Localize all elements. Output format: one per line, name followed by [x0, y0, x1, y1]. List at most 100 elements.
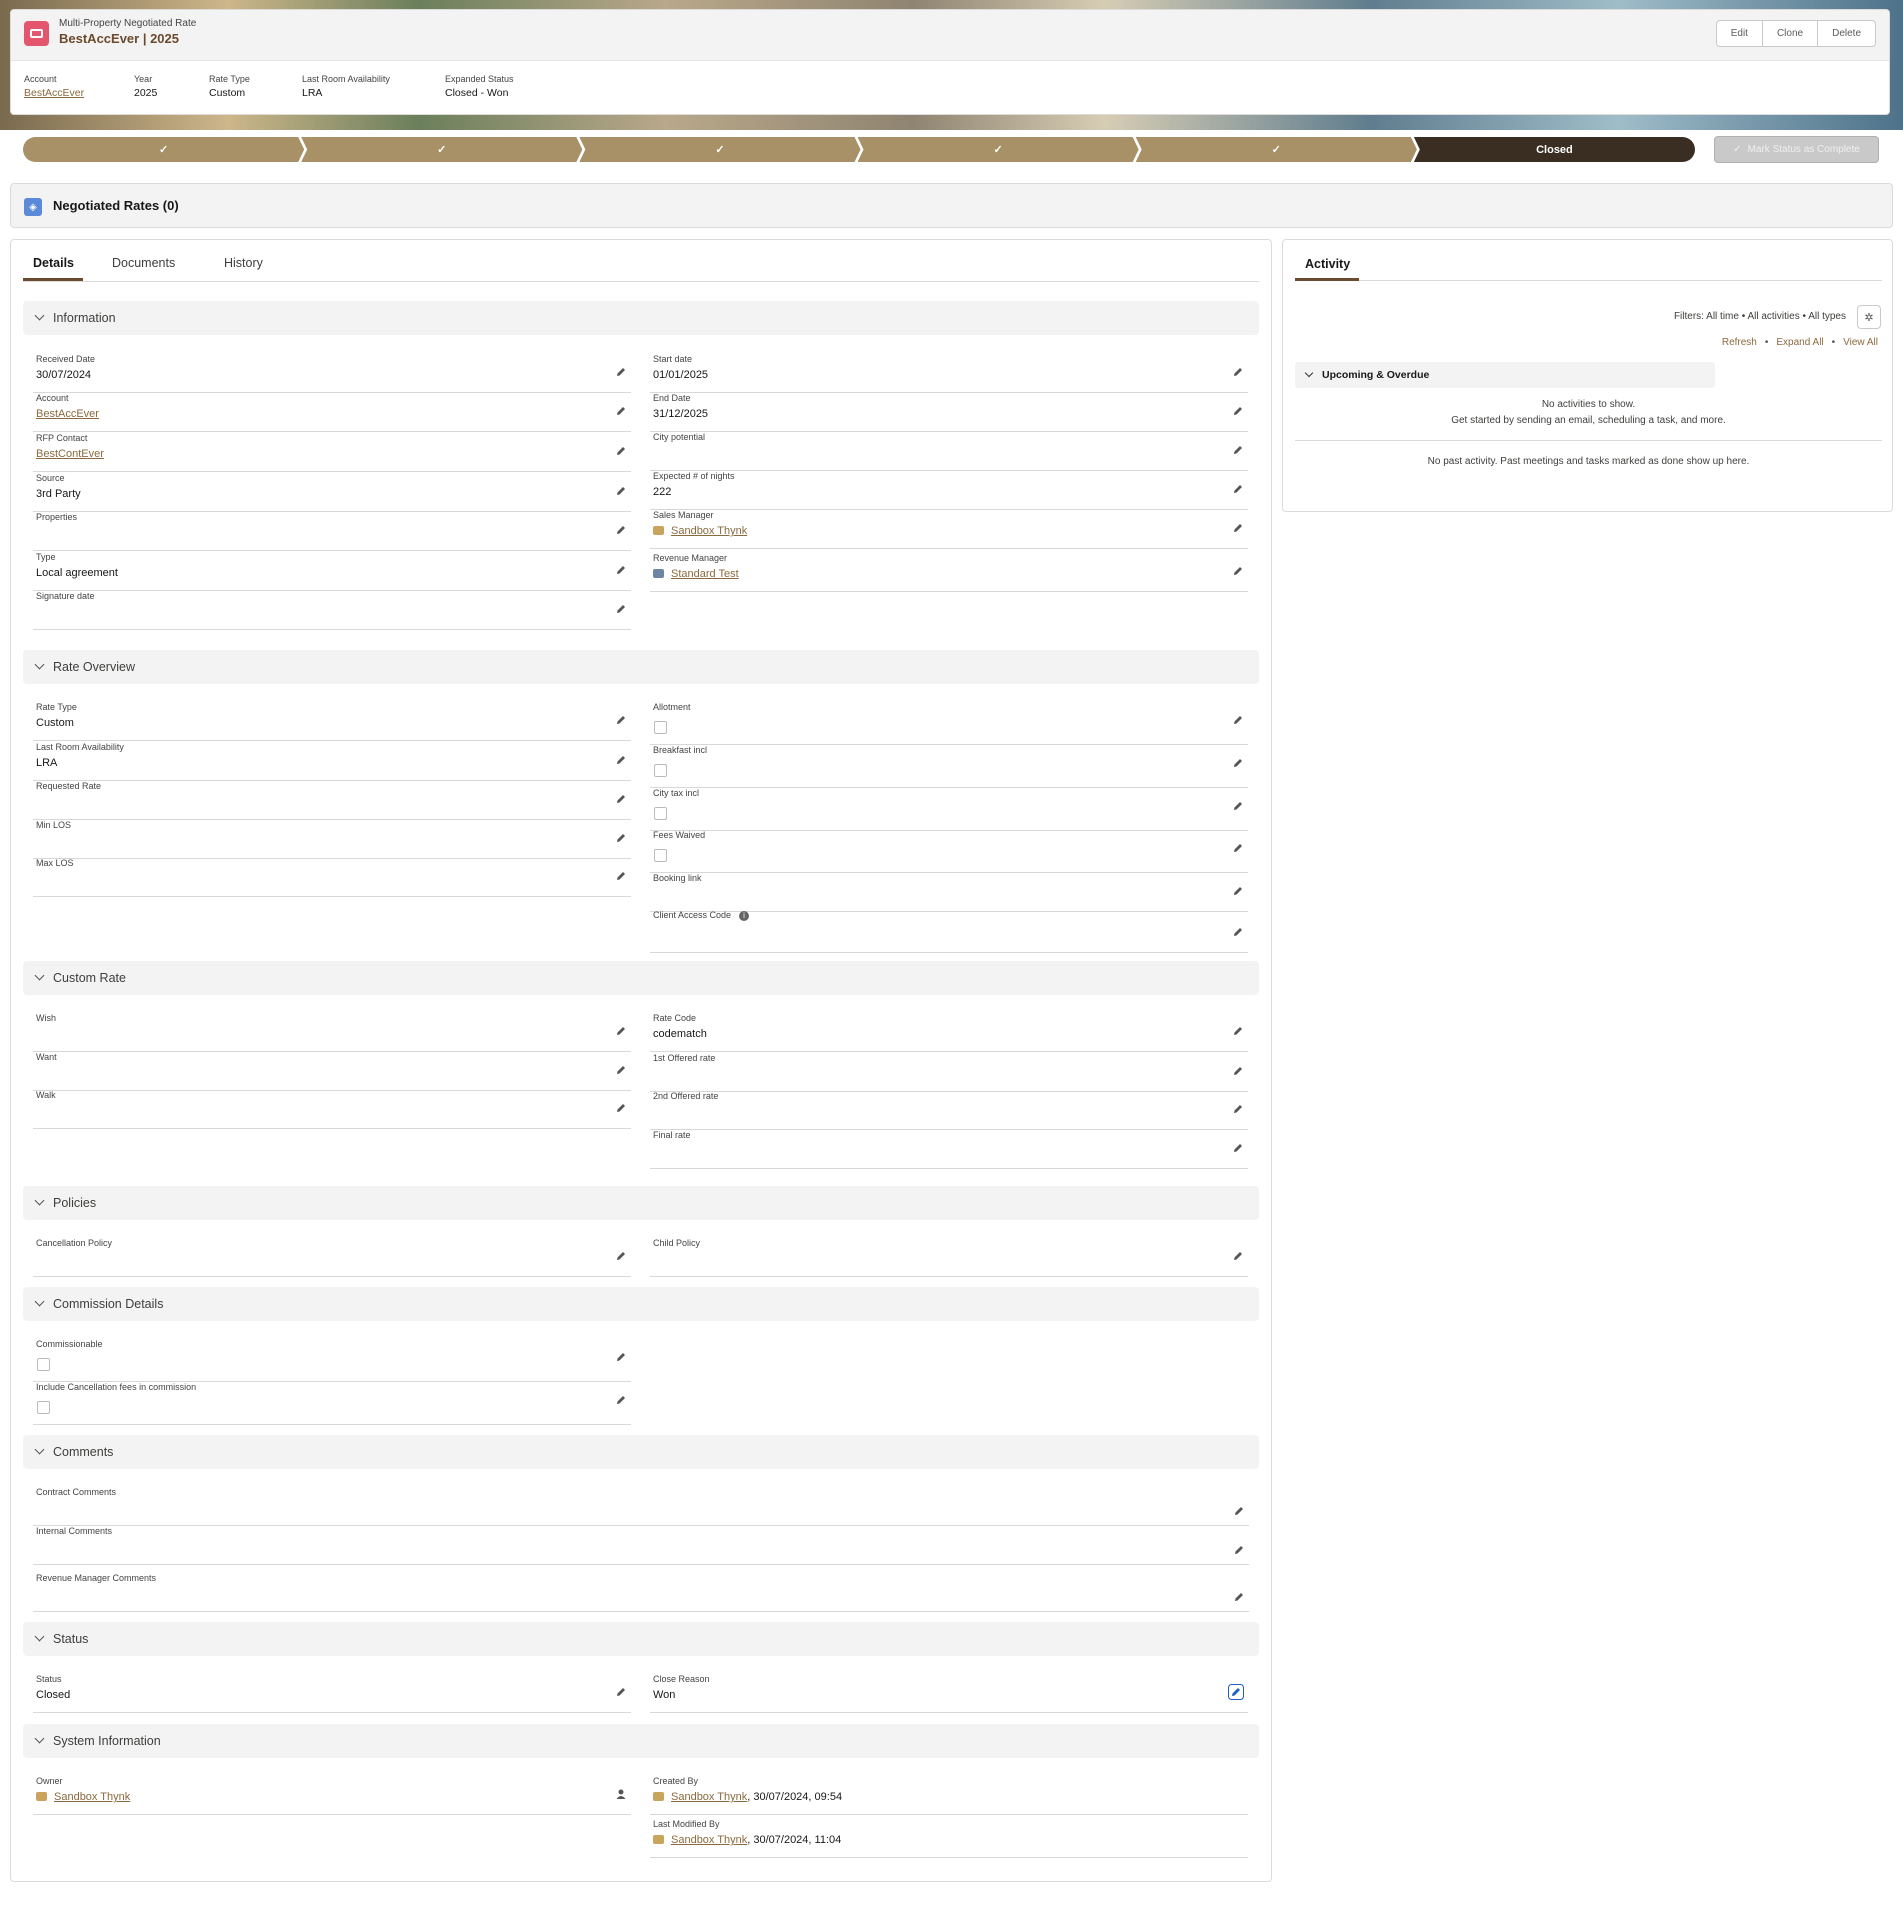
- field-label: Internal Comments: [36, 1526, 113, 1536]
- modified-by-link[interactable]: Sandbox Thynk: [671, 1834, 747, 1846]
- section-commission-details[interactable]: Commission Details: [23, 1287, 1259, 1321]
- pencil-icon[interactable]: [1232, 1103, 1244, 1115]
- field-label: Max LOS: [36, 858, 74, 868]
- section-comments[interactable]: Comments: [23, 1435, 1259, 1469]
- pencil-icon[interactable]: [1232, 842, 1244, 854]
- section-information[interactable]: Information: [23, 301, 1259, 335]
- change-owner-icon[interactable]: [615, 1788, 627, 1800]
- sales-manager-link[interactable]: Sandbox Thynk: [671, 525, 747, 537]
- pencil-icon[interactable]: [615, 405, 627, 417]
- pencil-icon[interactable]: [615, 445, 627, 457]
- section-custom-rate[interactable]: Custom Rate: [23, 961, 1259, 995]
- field-requested-rate: Requested Rate: [33, 781, 631, 820]
- path-step-current[interactable]: Closed: [1413, 137, 1696, 162]
- pencil-icon[interactable]: [1233, 1544, 1245, 1556]
- pencil-icon[interactable]: [615, 1351, 627, 1363]
- contact-link[interactable]: BestContEver: [36, 448, 104, 460]
- pencil-icon[interactable]: [615, 524, 627, 536]
- pencil-icon[interactable]: [1232, 714, 1244, 726]
- pencil-icon[interactable]: [615, 793, 627, 805]
- field-value: codematch: [653, 1028, 707, 1040]
- pencil-icon[interactable]: [1232, 926, 1244, 938]
- tab-history[interactable]: History: [224, 256, 263, 270]
- created-by-link[interactable]: Sandbox Thynk: [671, 1791, 747, 1803]
- section-system-information[interactable]: System Information: [23, 1724, 1259, 1758]
- field-start-date: Start date 01/01/2025: [650, 354, 1248, 393]
- section-policies[interactable]: Policies: [23, 1186, 1259, 1220]
- pencil-icon[interactable]: [615, 754, 627, 766]
- delete-button[interactable]: Delete: [1818, 21, 1875, 46]
- path-step-complete[interactable]: ✓: [1136, 137, 1417, 162]
- field-label: RFP Contact: [36, 433, 88, 443]
- related-list-title[interactable]: Negotiated Rates (0): [53, 198, 179, 213]
- pencil-icon[interactable]: [1232, 885, 1244, 897]
- pencil-icon[interactable]: [1232, 405, 1244, 417]
- field-value: Sandbox Thynk, 30/07/2024, 09:54: [653, 1791, 842, 1803]
- pencil-icon[interactable]: [615, 603, 627, 615]
- field-label: Revenue Manager Comments: [36, 1573, 157, 1583]
- field-rate-type: Rate Type Custom: [33, 702, 631, 741]
- path-step-complete[interactable]: ✓: [301, 137, 582, 162]
- user-avatar-icon: [653, 526, 664, 535]
- mark-status-complete-button[interactable]: ✓ Mark Status as Complete: [1714, 136, 1879, 163]
- revenue-manager-link[interactable]: Standard Test: [671, 568, 739, 580]
- field-include-cancellation-fees: Include Cancellation fees in commission: [33, 1382, 631, 1425]
- tab-activity[interactable]: Activity: [1305, 257, 1350, 271]
- clone-button[interactable]: Clone: [1763, 21, 1819, 46]
- pencil-icon[interactable]: [615, 1102, 627, 1114]
- pencil-icon[interactable]: [1232, 757, 1244, 769]
- field-want: Want: [33, 1052, 631, 1091]
- path-step-complete[interactable]: ✓: [858, 137, 1139, 162]
- field-label: City tax incl: [653, 788, 700, 798]
- user-avatar-icon: [36, 1792, 47, 1801]
- info-icon[interactable]: i: [739, 911, 750, 921]
- upcoming-overdue-section[interactable]: Upcoming & Overdue: [1295, 362, 1715, 388]
- view-all-link[interactable]: View All: [1843, 337, 1878, 348]
- field-value: Won: [653, 1689, 676, 1701]
- account-link[interactable]: BestAccEver: [24, 87, 84, 99]
- highlight-label: Last Room Availability: [302, 74, 390, 84]
- no-activities-text: No activities to show.: [1541, 399, 1636, 410]
- pencil-icon[interactable]: [1232, 366, 1244, 378]
- pencil-icon[interactable]: [615, 485, 627, 497]
- pencil-icon[interactable]: [1232, 1025, 1244, 1037]
- pencil-icon[interactable]: [615, 366, 627, 378]
- owner-link[interactable]: Sandbox Thynk: [54, 1791, 130, 1803]
- pencil-icon[interactable]: [615, 832, 627, 844]
- pencil-icon[interactable]: [1232, 800, 1244, 812]
- path-step-complete[interactable]: ✓: [23, 137, 304, 162]
- pencil-icon[interactable]: [615, 1394, 627, 1406]
- edit-button[interactable]: Edit: [1717, 21, 1763, 46]
- pencil-icon[interactable]: [615, 1064, 627, 1076]
- pencil-icon[interactable]: [1232, 1250, 1244, 1262]
- pencil-icon[interactable]: [615, 1250, 627, 1262]
- account-link[interactable]: BestAccEver: [36, 408, 99, 420]
- pencil-icon[interactable]: [1233, 1505, 1245, 1517]
- pencil-icon[interactable]: [1232, 1142, 1244, 1154]
- activity-settings-button[interactable]: ✲: [1857, 305, 1881, 329]
- field-contract-comments: Contract Comments: [33, 1487, 1249, 1526]
- pencil-icon[interactable]: [1232, 565, 1244, 577]
- field-label: Rate Type: [36, 702, 77, 712]
- pencil-icon[interactable]: [615, 714, 627, 726]
- pencil-icon[interactable]: [1232, 1065, 1244, 1077]
- path-step-complete[interactable]: ✓: [579, 137, 860, 162]
- tab-details[interactable]: Details: [33, 256, 74, 270]
- pencil-icon[interactable]: [1232, 444, 1244, 456]
- pencil-icon[interactable]: [615, 1025, 627, 1037]
- pencil-icon[interactable]: [615, 870, 627, 882]
- highlight-value: LRA: [302, 87, 323, 99]
- pencil-icon[interactable]: [1233, 1591, 1245, 1603]
- section-status[interactable]: Status: [23, 1622, 1259, 1656]
- expand-all-link[interactable]: Expand All: [1776, 337, 1823, 348]
- tab-documents[interactable]: Documents: [112, 256, 175, 270]
- pencil-icon[interactable]: [1232, 522, 1244, 534]
- pencil-icon[interactable]: [615, 564, 627, 576]
- pencil-icon[interactable]: [1232, 483, 1244, 495]
- section-rate-overview[interactable]: Rate Overview: [23, 650, 1259, 684]
- pencil-icon[interactable]: [615, 1686, 627, 1698]
- pencil-icon[interactable]: [1228, 1684, 1244, 1700]
- field-properties: Properties: [33, 512, 631, 551]
- refresh-link[interactable]: Refresh: [1722, 337, 1757, 348]
- field-signature-date: Signature date: [33, 591, 631, 630]
